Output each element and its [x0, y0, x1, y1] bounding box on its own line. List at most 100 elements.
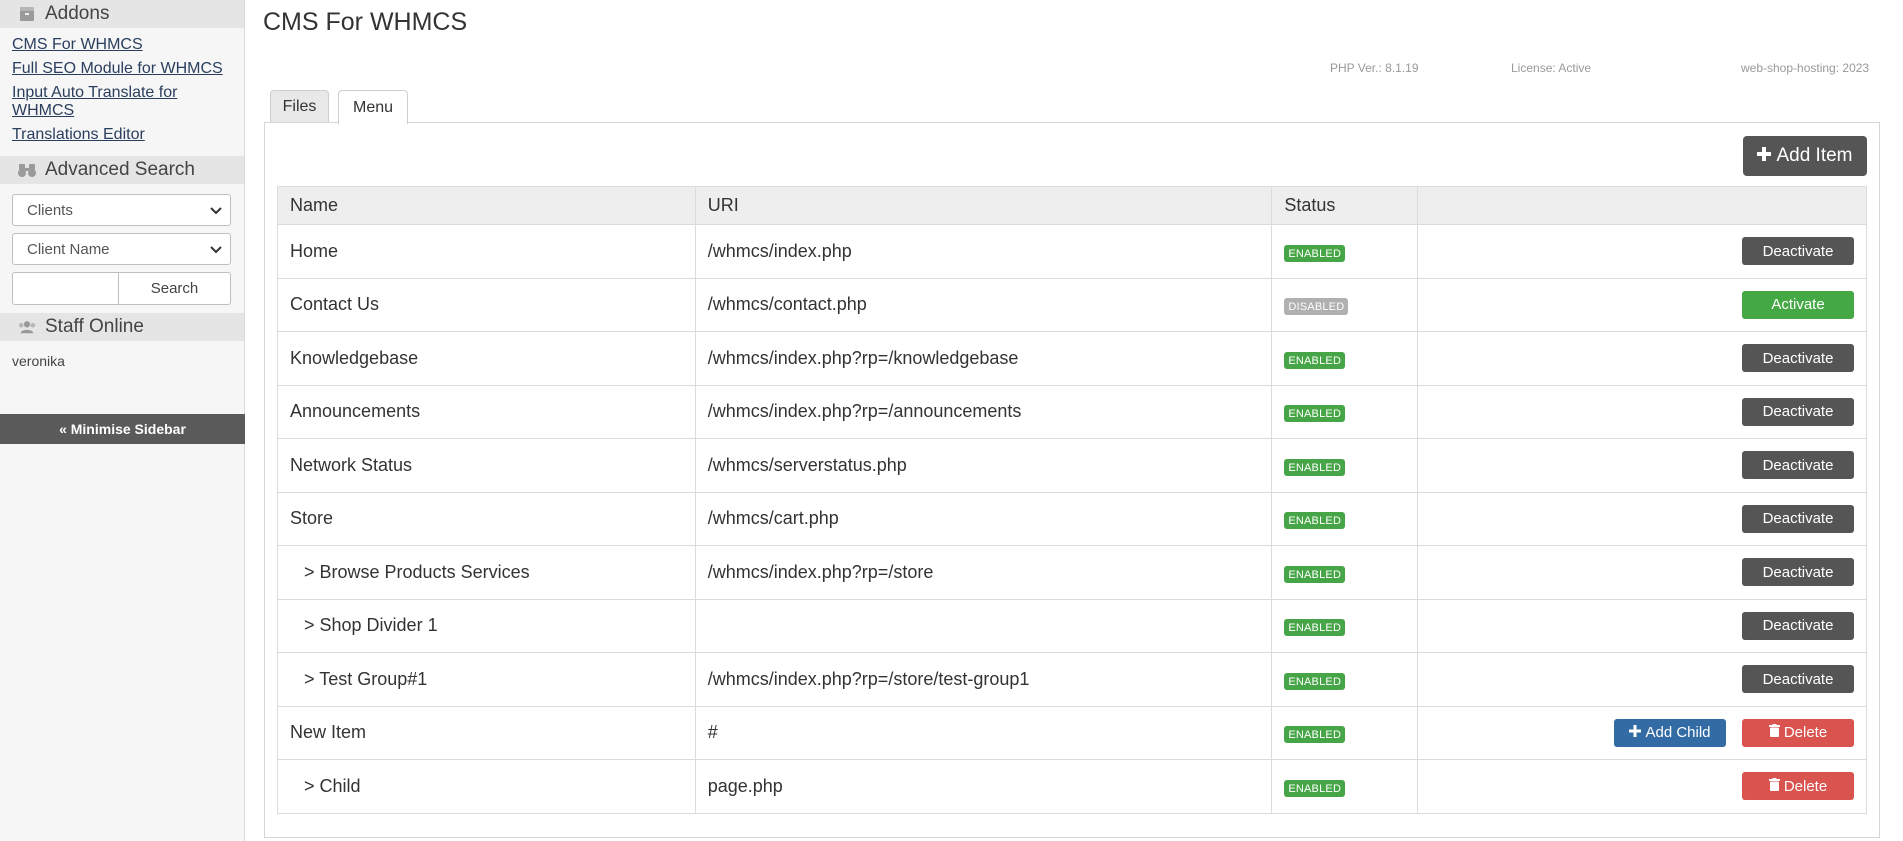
row-actions: Deactivate: [1417, 438, 1867, 493]
status-badge: ENABLED: [1284, 565, 1346, 583]
tab-menu[interactable]: Menu: [338, 90, 408, 124]
addon-link-cms[interactable]: CMS For WHMCS: [12, 36, 232, 54]
search-field-select[interactable]: Client Name: [12, 233, 231, 265]
delete-button[interactable]: Delete: [1742, 718, 1854, 747]
column-header-name: Name: [277, 186, 696, 225]
search-field-value: Client Name: [27, 240, 110, 258]
deactivate-button[interactable]: Deactivate: [1742, 611, 1854, 640]
row-name-text: > Browse Products Services: [304, 561, 530, 582]
add-child-button[interactable]: Add Child: [1614, 718, 1726, 747]
search-button[interactable]: Search: [119, 272, 231, 305]
row-name: Store: [277, 491, 696, 546]
row-name: Announcements: [277, 384, 696, 439]
search-scope-value: Clients: [27, 201, 73, 219]
column-header-status: Status: [1271, 186, 1419, 225]
addon-link-translations-editor[interactable]: Translations Editor: [12, 126, 232, 144]
row-name: > Child: [277, 759, 696, 814]
row-status: ENABLED: [1271, 224, 1419, 279]
addon-link-seo[interactable]: Full SEO Module for WHMCS: [12, 60, 232, 78]
search-input[interactable]: [12, 272, 119, 305]
deactivate-button[interactable]: Deactivate: [1742, 665, 1854, 694]
staff-online-header: Staff Online: [0, 313, 244, 341]
deactivate-button[interactable]: Deactivate: [1742, 237, 1854, 266]
status-badge: ENABLED: [1284, 244, 1346, 262]
menu-items-table: Name URI Status Home /whmcs/index.php EN…: [277, 186, 1867, 814]
search-scope-select[interactable]: Clients: [12, 194, 231, 226]
row-actions: Delete: [1417, 759, 1867, 814]
deactivate-button[interactable]: Deactivate: [1742, 504, 1854, 533]
row-uri: /whmcs/index.php: [694, 224, 1273, 279]
chevron-down-icon: [210, 241, 222, 258]
php-version: PHP Ver.: 8.1.19: [1330, 61, 1419, 75]
minimise-sidebar-button[interactable]: « Minimise Sidebar: [0, 414, 245, 444]
row-actions: Add Child Delete: [1417, 705, 1867, 760]
row-uri: /whmcs/contact.php: [694, 277, 1273, 332]
table-row: > Shop Divider 1 ENABLED Deactivate: [277, 598, 1867, 653]
row-uri: #: [694, 705, 1273, 760]
add-item-label: Add Item: [1776, 145, 1853, 166]
status-badge: ENABLED: [1284, 779, 1346, 797]
row-name-text: > Child: [304, 775, 361, 796]
deactivate-button[interactable]: Deactivate: [1742, 344, 1854, 373]
table-row: Knowledgebase /whmcs/index.php?rp=/knowl…: [277, 331, 1867, 386]
row-name: Contact Us: [277, 277, 696, 332]
row-actions: Activate: [1417, 277, 1867, 332]
addons-header: Addons: [0, 0, 244, 28]
table-row: Store /whmcs/cart.php ENABLED Deactivate: [277, 491, 1867, 546]
addon-link-translate[interactable]: Input Auto Translate for WHMCS: [12, 84, 232, 120]
table-row: Home /whmcs/index.php ENABLED Deactivate: [277, 224, 1867, 279]
table-header-row: Name URI Status: [277, 186, 1867, 225]
activate-button[interactable]: Activate: [1742, 290, 1854, 319]
status-badge: ENABLED: [1284, 619, 1346, 637]
staff-online-title: Staff Online: [45, 316, 144, 337]
table-row: > Browse Products Services /whmcs/index.…: [277, 545, 1867, 600]
status-badge: ENABLED: [1284, 351, 1346, 369]
row-name: > Test Group#1: [277, 652, 696, 707]
status-badge: DISABLED: [1284, 298, 1349, 316]
row-name: > Browse Products Services: [277, 545, 696, 600]
status-badge: ENABLED: [1284, 726, 1346, 744]
deactivate-button[interactable]: Deactivate: [1742, 397, 1854, 426]
row-uri: /whmcs/index.php?rp=/knowledgebase: [694, 331, 1273, 386]
row-actions: Deactivate: [1417, 598, 1867, 653]
row-name: > Shop Divider 1: [277, 598, 696, 653]
delete-label: Delete: [1783, 724, 1828, 742]
delete-label: Delete: [1783, 777, 1828, 795]
row-uri: /whmcs/index.php?rp=/store: [694, 545, 1273, 600]
row-name: Home: [277, 224, 696, 279]
table-row: Network Status /whmcs/serverstatus.php E…: [277, 438, 1867, 493]
add-child-label: Add Child: [1645, 724, 1711, 742]
plus-icon: [1757, 145, 1772, 167]
row-name-text: > Shop Divider 1: [304, 615, 438, 636]
row-uri: /whmcs/index.php?rp=/store/test-group1: [694, 652, 1273, 707]
status-badge: ENABLED: [1284, 672, 1346, 690]
trash-icon: [1768, 724, 1780, 741]
row-uri: /whmcs/cart.php: [694, 491, 1273, 546]
row-actions: Deactivate: [1417, 545, 1867, 600]
addons-links: CMS For WHMCS Full SEO Module for WHMCS …: [0, 28, 244, 156]
row-name: New Item: [277, 705, 696, 760]
row-status: DISABLED: [1271, 277, 1419, 332]
deactivate-button[interactable]: Deactivate: [1742, 451, 1854, 480]
license-status: License: Active: [1511, 61, 1592, 75]
table-row: > Test Group#1 /whmcs/index.php?rp=/stor…: [277, 652, 1867, 707]
row-status: ENABLED: [1271, 491, 1419, 546]
sidebar: Addons CMS For WHMCS Full SEO Module for…: [0, 0, 245, 841]
status-badge: ENABLED: [1284, 458, 1346, 476]
row-status: ENABLED: [1271, 705, 1419, 760]
row-uri: /whmcs/serverstatus.php: [694, 438, 1273, 493]
row-actions: Deactivate: [1417, 491, 1867, 546]
advanced-search-form: Clients Client Name Search: [0, 184, 244, 313]
table-row: Contact Us /whmcs/contact.php DISABLED A…: [277, 277, 1867, 332]
advanced-search-title: Advanced Search: [45, 159, 195, 180]
row-uri: /whmcs/index.php?rp=/announcements: [694, 384, 1273, 439]
advanced-search-header: Advanced Search: [0, 156, 244, 184]
tab-files[interactable]: Files: [270, 90, 329, 123]
row-status: ENABLED: [1271, 545, 1419, 600]
delete-button[interactable]: Delete: [1742, 772, 1854, 801]
row-actions: Deactivate: [1417, 652, 1867, 707]
add-item-button[interactable]: Add Item: [1743, 136, 1867, 176]
deactivate-button[interactable]: Deactivate: [1742, 558, 1854, 587]
column-header-uri: URI: [694, 186, 1273, 225]
users-icon: [18, 320, 36, 334]
